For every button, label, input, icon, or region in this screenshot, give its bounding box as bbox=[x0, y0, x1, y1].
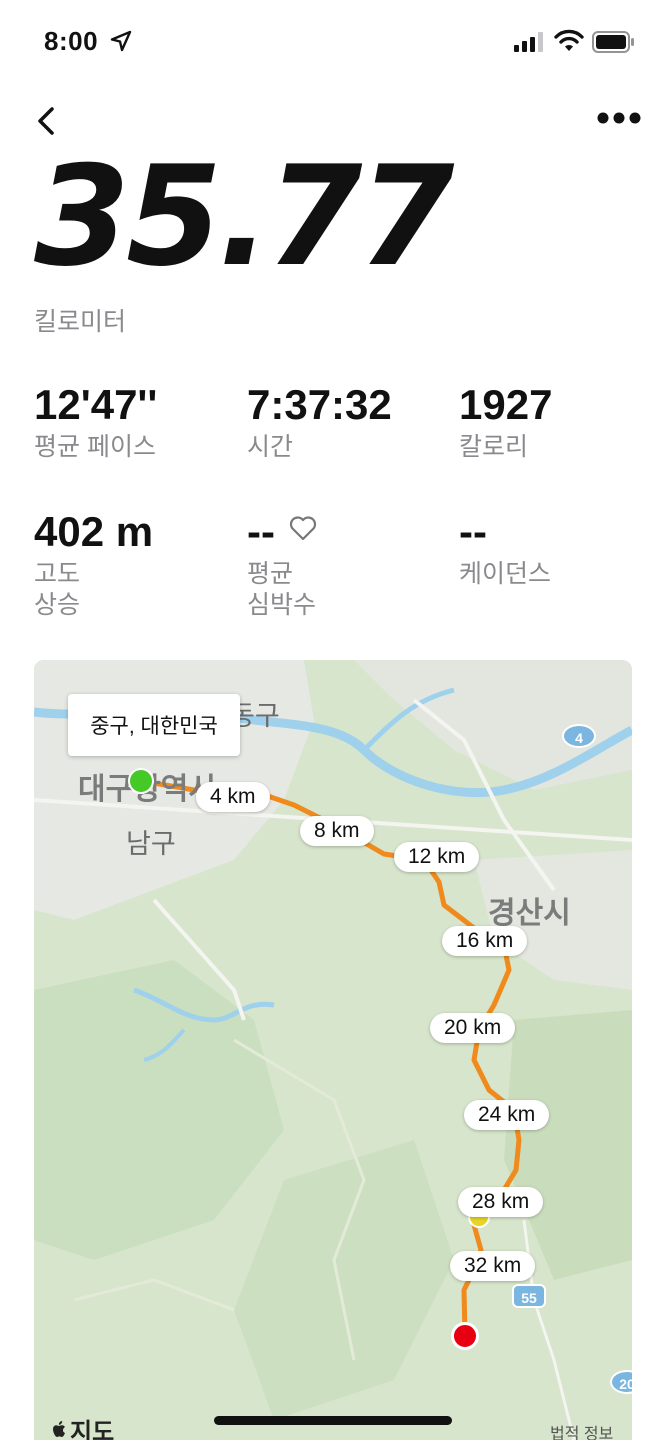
cadence-label: 케이던스 bbox=[459, 560, 552, 588]
km-marker: 12 km bbox=[394, 842, 480, 872]
legal-link[interactable]: 법적 정보 bbox=[550, 1420, 613, 1440]
route-map[interactable]: 대구광역시 남구 동구 경산시 4 55 20 중구, 대한민국 4 km 8 … bbox=[34, 660, 632, 1440]
elevation-label-1: 고도 bbox=[34, 560, 81, 588]
time-label: 시간 bbox=[247, 433, 294, 461]
home-indicator[interactable] bbox=[214, 1416, 452, 1425]
cadence-value: -- bbox=[459, 508, 487, 555]
stat-elevation-gain: 402 m 고도 상승 bbox=[34, 511, 153, 621]
time-value: 7:37:32 bbox=[247, 381, 392, 428]
heart-rate-label-2: 심박수 bbox=[247, 591, 317, 619]
start-pin[interactable] bbox=[128, 768, 154, 794]
cellular-signal-icon bbox=[514, 32, 543, 52]
total-distance: 35.77 bbox=[34, 136, 455, 297]
calories-value: 1927 bbox=[459, 381, 553, 428]
location-arrow-icon bbox=[110, 30, 132, 52]
avg-pace-value: 12'47'' bbox=[34, 381, 158, 428]
route-shield-4: 4 bbox=[562, 724, 596, 748]
stat-avg-pace: 12'47'' 평균 페이스 bbox=[34, 384, 157, 463]
wifi-icon bbox=[554, 29, 584, 51]
stat-cadence: -- 케이던스 bbox=[459, 511, 551, 590]
end-pin[interactable] bbox=[451, 1322, 479, 1350]
km-marker: 4 km bbox=[196, 782, 270, 812]
route-shield-55: 55 bbox=[512, 1284, 546, 1308]
apple-maps-logo: 지도 bbox=[50, 1412, 114, 1440]
more-options-button[interactable] bbox=[594, 106, 644, 130]
apple-logo-icon bbox=[53, 1420, 65, 1437]
km-marker: 20 km bbox=[430, 1013, 516, 1043]
heart-rate-row: -- bbox=[247, 511, 317, 553]
battery-icon bbox=[592, 31, 634, 53]
avg-pace-label: 평균 페이스 bbox=[34, 433, 156, 461]
heart-rate-value: -- bbox=[247, 508, 275, 555]
stat-time: 7:37:32 시간 bbox=[247, 384, 392, 463]
status-time: 8:00 bbox=[44, 26, 99, 56]
heart-icon bbox=[289, 516, 317, 541]
start-location-callout[interactable]: 중구, 대한민국 bbox=[68, 694, 240, 756]
km-marker: 16 km bbox=[442, 926, 528, 956]
elevation-value: 402 m bbox=[34, 508, 154, 555]
maps-label: 지도 bbox=[70, 1419, 115, 1440]
elevation-label-2: 상승 bbox=[34, 591, 81, 619]
status-bar: 8:00 bbox=[0, 0, 666, 86]
km-marker: 32 km bbox=[450, 1251, 536, 1281]
km-marker: 24 km bbox=[464, 1100, 550, 1130]
km-marker: 8 km bbox=[300, 816, 374, 846]
map-place-namgu: 남구 bbox=[126, 829, 176, 859]
stat-avg-heart-rate: -- 평균 심박수 bbox=[247, 511, 317, 621]
stat-calories: 1927 칼로리 bbox=[459, 384, 552, 463]
km-marker: 28 km bbox=[458, 1187, 544, 1217]
distance-unit: 킬로미터 bbox=[34, 308, 127, 336]
calories-label: 칼로리 bbox=[459, 433, 529, 461]
heart-rate-label-1: 평균 bbox=[247, 560, 294, 588]
